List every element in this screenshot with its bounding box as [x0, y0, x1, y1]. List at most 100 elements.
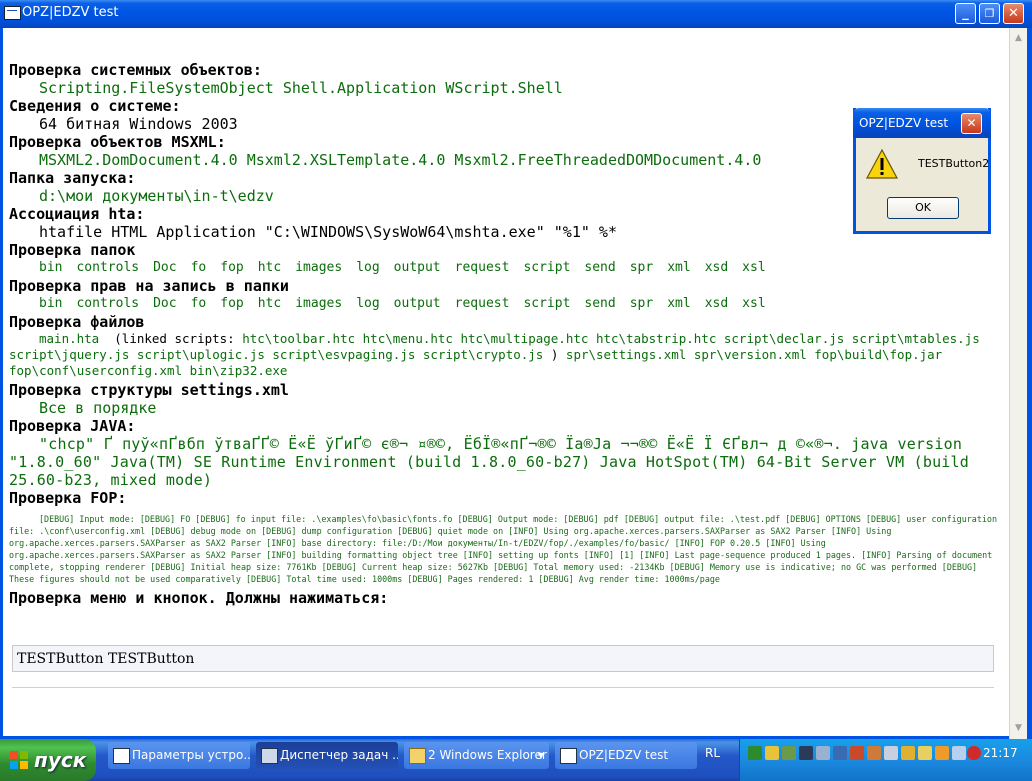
folder-item: images [295, 260, 343, 275]
folder-item: send [584, 260, 616, 275]
folder-item: htc [257, 296, 282, 311]
folder-icon [409, 748, 426, 764]
taskbar-item-opz[interactable]: OPZ|EDZV test [555, 742, 697, 769]
message-box-titlebar[interactable]: OPZ|EDZV test ✕ [853, 108, 991, 138]
speaker-icon[interactable] [867, 746, 881, 760]
start-label: пуск [34, 748, 87, 772]
folder-item: images [295, 296, 343, 311]
folder-item: log [356, 296, 380, 311]
folder-item: bin [39, 260, 63, 275]
taskbar-item-label: 2 Windows Explorer [428, 748, 547, 762]
tray-icon[interactable] [799, 746, 813, 760]
folder-item: request [454, 296, 510, 311]
windows-logo-icon [10, 751, 28, 769]
tray-icon[interactable] [884, 746, 898, 760]
taskbar-item-label: Диспетчер задач ... [280, 748, 398, 762]
taskbar-item-label: OPZ|EDZV test [579, 748, 669, 762]
folder-item: send [584, 296, 616, 311]
vertical-scrollbar[interactable]: ▲ ▼ [1009, 28, 1027, 739]
warning-icon [866, 148, 898, 179]
folder-item: xsl [742, 260, 766, 275]
language-indicator[interactable]: RL [705, 746, 720, 760]
files-linked-label: (linked scripts: [114, 331, 235, 346]
shield-icon[interactable] [967, 746, 981, 760]
tray-icon[interactable] [765, 746, 779, 760]
fop-heading: Проверка FOP: [9, 489, 127, 507]
folder-item: htc [257, 260, 282, 275]
test-button-1[interactable]: TESTButton [17, 651, 104, 667]
settings-value: Все в порядке [39, 399, 157, 417]
divider [12, 687, 994, 688]
taskbar-item-settings[interactable]: Параметры устро... [108, 742, 250, 769]
folder-rights-heading: Проверка прав на запись в папки [9, 277, 289, 295]
chevron-down-icon: ▼ [538, 751, 545, 760]
tray-icon[interactable] [816, 746, 830, 760]
folder-item: bin [39, 296, 63, 311]
folder-item: xml [667, 296, 691, 311]
tray-icon[interactable] [952, 746, 966, 760]
window-icon [560, 748, 577, 764]
start-button[interactable]: пуск [0, 739, 96, 781]
tray-icon[interactable] [748, 746, 762, 760]
message-box-close-button[interactable]: ✕ [961, 113, 982, 134]
folder-item: controls [76, 296, 140, 311]
launch-folder-heading: Папка запуска: [9, 169, 136, 187]
sysinfo-heading: Сведения о системе: [9, 97, 181, 115]
scroll-up-icon[interactable]: ▲ [1011, 30, 1026, 46]
folder-item: spr [629, 260, 654, 275]
msxml-value: MSXML2.DomDocument.4.0 Msxml2.XSLTemplat… [39, 151, 762, 169]
tray-icon[interactable] [850, 746, 864, 760]
folder-item: controls [76, 260, 140, 275]
files-heading: Проверка файлов [9, 313, 145, 331]
folder-item: Doc [153, 296, 177, 311]
sysinfo-value: 64 битная Windows 2003 [39, 115, 238, 133]
folder-rights-list: bin controls Doc fo fop htc images log output req… [9, 295, 999, 313]
folder-item: xsl [742, 296, 766, 311]
tray-icon[interactable] [935, 746, 949, 760]
tray-icon[interactable] [901, 746, 915, 760]
test-button-2[interactable]: TESTButton [108, 651, 195, 667]
hta-heading: Ассоциация hta: [9, 205, 145, 223]
java-value: "chcp" Ґ пуў«пҐвбп ўтваҐҐ© Ё«Ё ўҐиҐ© є®¬… [9, 435, 969, 489]
check-report: Проверка системных объектов: Scripting.F… [9, 32, 999, 607]
system-tray: 21:17 [739, 739, 1032, 781]
taskbar: пуск Параметры устро... Диспетчер задач … [0, 739, 1032, 781]
folder-item: fop [220, 296, 244, 311]
fop-log: [DEBUG] Input mode: [DEBUG] FO [DEBUG] f… [9, 514, 998, 584]
message-box: OPZ|EDZV test ✕ TESTButton2 OK [853, 108, 991, 234]
window-titlebar[interactable]: OPZ|EDZV test _ ❐ ✕ [0, 0, 1032, 28]
folder-item: request [454, 260, 510, 275]
tray-icon[interactable] [782, 746, 796, 760]
folder-item: spr [629, 296, 654, 311]
taskbar-item-label: Параметры устро... [132, 748, 250, 762]
message-box-text: TESTButton2 [918, 157, 990, 170]
folder-item: script [523, 260, 571, 275]
folder-item: log [356, 260, 380, 275]
folder-item: fo [190, 296, 207, 311]
ok-button[interactable]: OK [887, 197, 959, 219]
files-main: main.hta [39, 331, 100, 346]
java-heading: Проверка JAVA: [9, 417, 136, 435]
folder-item: fop [220, 260, 244, 275]
taskbar-item-taskmgr[interactable]: Диспетчер задач ... [256, 742, 398, 769]
taskbar-item-explorer[interactable]: 2 Windows Explorer ▼ [404, 742, 549, 769]
menu-heading: Проверка меню и кнопок. Должны нажиматьс… [9, 589, 389, 607]
sys-objects-value: Scripting.FileSystemObject Shell.Applica… [39, 79, 563, 97]
folder-item: script [523, 296, 571, 311]
folder-item: output [393, 296, 441, 311]
sys-objects-heading: Проверка системных объектов: [9, 61, 262, 79]
hta-value: htafile HTML Application "C:\WINDOWS\Sys… [39, 223, 617, 241]
close-button[interactable]: ✕ [1003, 3, 1024, 24]
window-title: OPZ|EDZV test [22, 5, 119, 20]
minimize-button[interactable]: _ [955, 3, 976, 24]
settings-heading: Проверка структуры settings.xml [9, 381, 289, 399]
maximize-button[interactable]: ❐ [979, 3, 1000, 24]
tray-icon[interactable] [833, 746, 847, 760]
files-list: main.hta (linked scripts: htc\toolbar.ht… [9, 331, 999, 379]
folders-list: bin controls Doc fo fop htc images log output req… [9, 259, 999, 277]
app-icon [4, 6, 21, 20]
tray-icon[interactable] [918, 746, 932, 760]
folder-item: Doc [153, 260, 177, 275]
scroll-down-icon[interactable]: ▼ [1011, 720, 1026, 736]
test-buttons-bar: TESTButton TESTButton [12, 645, 994, 672]
